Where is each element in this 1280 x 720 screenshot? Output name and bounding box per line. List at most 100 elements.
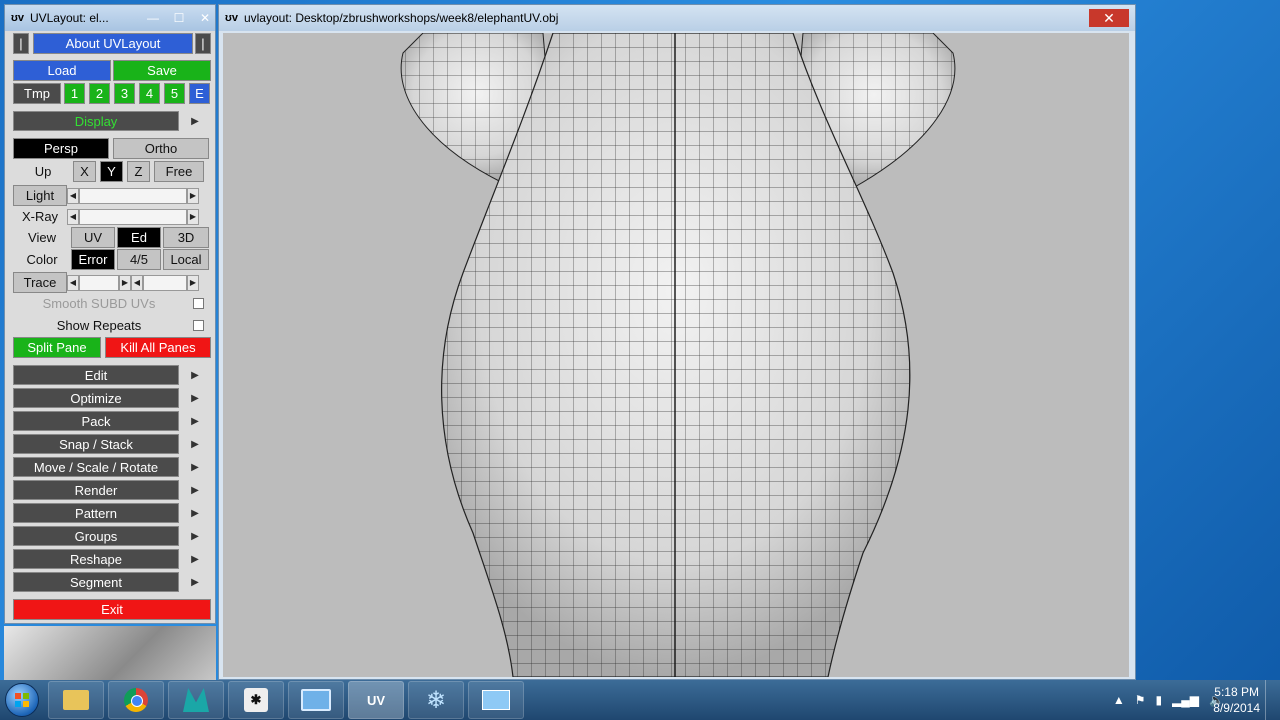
tmp-slot-2[interactable]: 2	[89, 83, 110, 104]
trace-increase-icon[interactable]: ▶	[187, 274, 199, 291]
menu-groups-expand-icon[interactable]: ▶	[179, 526, 211, 546]
smooth-subd-checkbox[interactable]	[193, 298, 204, 309]
display-expand-icon[interactable]: ▶	[179, 111, 211, 131]
taskbar-maya[interactable]	[168, 681, 224, 719]
taskbar-remote-app[interactable]	[468, 681, 524, 719]
show-repeats-checkbox[interactable]	[193, 320, 204, 331]
menu-edit-button[interactable]: Edit	[13, 365, 179, 385]
taskbar-explorer[interactable]	[48, 681, 104, 719]
up-z-button[interactable]: Z	[127, 161, 150, 182]
panel-handle-left[interactable]: |	[13, 33, 29, 54]
trace-mid-left-icon[interactable]: ◀	[131, 274, 143, 291]
up-x-button[interactable]: X	[73, 161, 96, 182]
menu-reshape-button[interactable]: Reshape	[13, 549, 179, 569]
split-pane-button[interactable]: Split Pane	[13, 337, 101, 358]
maximize-icon[interactable]: ☐	[169, 10, 189, 26]
taskbar-snowflake-app[interactable]: ❄	[408, 681, 464, 719]
load-button[interactable]: Load	[13, 60, 111, 81]
xray-increase-icon[interactable]: ▶	[187, 208, 199, 225]
light-slider[interactable]	[79, 187, 187, 204]
color-label: Color	[26, 252, 58, 267]
menu-pattern-expand-icon[interactable]: ▶	[179, 503, 211, 523]
trace-slider-a[interactable]	[79, 274, 119, 291]
up-free-button[interactable]: Free	[154, 161, 204, 182]
menu-groups[interactable]: Groups ▶	[13, 526, 211, 546]
tmp-slot-1[interactable]: 1	[64, 83, 85, 104]
xray-slider[interactable]	[79, 208, 187, 225]
menu-segment[interactable]: Segment ▶	[13, 572, 211, 592]
menu-snap-stack-expand-icon[interactable]: ▶	[179, 434, 211, 454]
tmp-slot-5[interactable]: 5	[164, 83, 185, 104]
viewport-titlebar: ʊv uvlayout: Desktop/zbrushworkshops/wee…	[219, 5, 1135, 31]
power-icon[interactable]: ▮	[1155, 693, 1162, 707]
trace-decrease-icon[interactable]: ◀	[67, 274, 79, 291]
taskbar-zbrush[interactable]: ✱	[228, 681, 284, 719]
menu-render[interactable]: Render ▶	[13, 480, 211, 500]
save-button[interactable]: Save	[113, 60, 211, 81]
menu-pack-expand-icon[interactable]: ▶	[179, 411, 211, 431]
tmp-slot-4[interactable]: 4	[139, 83, 160, 104]
up-y-button[interactable]: Y	[100, 161, 123, 182]
trace-slider-b[interactable]	[143, 274, 187, 291]
menu-reshape-expand-icon[interactable]: ▶	[179, 549, 211, 569]
close-icon[interactable]: ✕	[195, 10, 215, 26]
menu-snap-stack[interactable]: Snap / Stack ▶	[13, 434, 211, 454]
light-increase-icon[interactable]: ▶	[187, 187, 199, 204]
view-ed-button[interactable]: Ed	[117, 227, 161, 248]
menu-reshape[interactable]: Reshape ▶	[13, 549, 211, 569]
exit-button[interactable]: Exit	[13, 599, 211, 620]
display-section-row[interactable]: Display ▶	[13, 111, 211, 131]
menu-pattern-button[interactable]: Pattern	[13, 503, 179, 523]
menu-snap-stack-button[interactable]: Snap / Stack	[13, 434, 179, 454]
view-label: View	[28, 230, 56, 245]
menu-segment-button[interactable]: Segment	[13, 572, 179, 592]
menu-optimize-expand-icon[interactable]: ▶	[179, 388, 211, 408]
network-icon[interactable]: ▂▄▆	[1172, 693, 1199, 707]
menu-render-button[interactable]: Render	[13, 480, 179, 500]
action-center-flag-icon[interactable]: ⚑	[1135, 693, 1146, 707]
minimize-icon[interactable]: —	[143, 10, 163, 26]
taskbar-window-app[interactable]	[288, 681, 344, 719]
show-hidden-icons-icon[interactable]: ▲	[1113, 693, 1125, 707]
tmp-slot-3[interactable]: 3	[114, 83, 135, 104]
menu-pattern[interactable]: Pattern ▶	[13, 503, 211, 523]
up-label: Up	[34, 164, 52, 179]
view-3d-button[interactable]: 3D	[163, 227, 209, 248]
menu-groups-button[interactable]: Groups	[13, 526, 179, 546]
ortho-button[interactable]: Ortho	[113, 138, 209, 159]
xray-decrease-icon[interactable]: ◀	[67, 208, 79, 225]
trace-mid-right-icon[interactable]: ▶	[119, 274, 131, 291]
menu-segment-expand-icon[interactable]: ▶	[179, 572, 211, 592]
system-tray: ▲ ⚑ ▮ ▂▄▆ 🔈	[1113, 680, 1224, 720]
color-45-button[interactable]: 4/5	[117, 249, 161, 270]
menu-move-scale-rotate-expand-icon[interactable]: ▶	[179, 457, 211, 477]
show-desktop-button[interactable]	[1265, 680, 1280, 720]
close-icon[interactable]: ✕	[1089, 9, 1129, 27]
3d-viewport[interactable]	[223, 33, 1129, 677]
color-local-button[interactable]: Local	[163, 249, 209, 270]
taskbar-uvlayout[interactable]: UV	[348, 681, 404, 719]
panel-handle-right[interactable]: |	[195, 33, 211, 54]
menu-move-scale-rotate[interactable]: Move / Scale / Rotate ▶	[13, 457, 211, 477]
system-clock[interactable]: 5:18 PM 8/9/2014	[1213, 684, 1260, 716]
tmp-label: Tmp	[13, 83, 61, 104]
menu-move-scale-rotate-button[interactable]: Move / Scale / Rotate	[13, 457, 179, 477]
view-uv-button[interactable]: UV	[71, 227, 115, 248]
taskbar-chrome[interactable]	[108, 681, 164, 719]
color-error-button[interactable]: Error	[71, 249, 115, 270]
menu-render-expand-icon[interactable]: ▶	[179, 480, 211, 500]
tmp-slot-e[interactable]: E	[189, 83, 210, 104]
menu-pack[interactable]: Pack ▶	[13, 411, 211, 431]
viewport-window: ʊv uvlayout: Desktop/zbrushworkshops/wee…	[218, 4, 1136, 680]
persp-button[interactable]: Persp	[13, 138, 109, 159]
display-button[interactable]: Display	[13, 111, 179, 131]
menu-edit-expand-icon[interactable]: ▶	[179, 365, 211, 385]
menu-optimize[interactable]: Optimize ▶	[13, 388, 211, 408]
start-button[interactable]	[0, 680, 44, 720]
about-uvlayout-button[interactable]: About UVLayout	[33, 33, 193, 54]
menu-edit[interactable]: Edit ▶	[13, 365, 211, 385]
light-decrease-icon[interactable]: ◀	[67, 187, 79, 204]
menu-optimize-button[interactable]: Optimize	[13, 388, 179, 408]
kill-all-panes-button[interactable]: Kill All Panes	[105, 337, 211, 358]
menu-pack-button[interactable]: Pack	[13, 411, 179, 431]
